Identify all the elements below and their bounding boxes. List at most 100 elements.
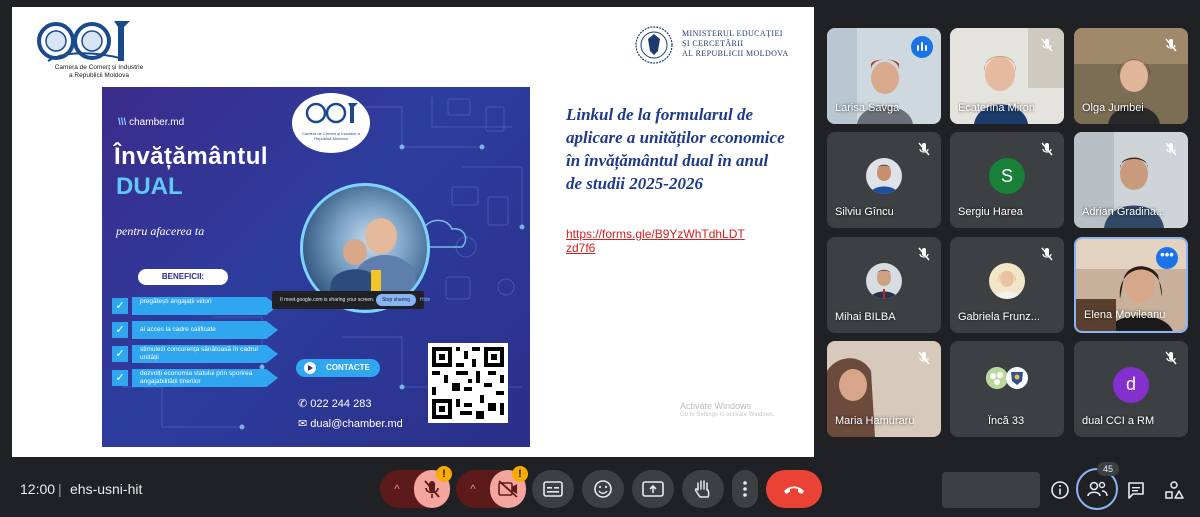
participant-name: Silviu Gîncu bbox=[835, 206, 894, 218]
participant-tile[interactable]: Mihai BILBA bbox=[827, 237, 941, 333]
benefit-label: stimulezi concurența sănătoasă în cadrul… bbox=[132, 345, 278, 363]
participant-tile[interactable]: Adrian Gradina... bbox=[1074, 132, 1188, 228]
participant-name: Gabriela Frunz... bbox=[958, 311, 1040, 323]
participant-avatar bbox=[866, 158, 902, 194]
play-icon bbox=[304, 362, 316, 374]
ministry-line3: AL REPUBLICII MOLDOVA bbox=[682, 49, 789, 58]
participant-name: Ecaterina Miron bbox=[958, 102, 1036, 114]
form-link-heading: Linkul de la formularul de aplicare a un… bbox=[566, 105, 785, 193]
muted-mic-icon bbox=[1162, 140, 1180, 158]
camera-options-chevron-icon[interactable]: ^ bbox=[456, 470, 490, 508]
reactions-button[interactable] bbox=[582, 470, 624, 508]
leave-call-button[interactable] bbox=[766, 470, 822, 508]
participant-avatar-small bbox=[1006, 367, 1028, 389]
shared-presentation: Camera de Comerț și Industrie a Republic… bbox=[12, 7, 814, 457]
qr-code-graphic bbox=[432, 347, 504, 419]
check-icon: ✓ bbox=[112, 346, 128, 362]
stop-sharing-button[interactable]: Stop sharing bbox=[376, 294, 416, 306]
benefit-item: ✓ stimulezi concurența sănătoasă în cadr… bbox=[112, 345, 278, 363]
form-link-url[interactable]: https://forms.gle/B9YzWhTdhLDTzd7f6 bbox=[566, 227, 750, 255]
mic-warning-icon: ! bbox=[436, 466, 452, 482]
pause-icon: II bbox=[280, 297, 283, 303]
participant-name: Maria Hamuraru bbox=[835, 415, 915, 427]
poster-cci-badge: Camera de Comerț și Industrie a Republic… bbox=[292, 93, 370, 153]
cci-caption: Camera de Comerț și Industrie a Republic… bbox=[34, 64, 164, 80]
participant-tile[interactable]: Gabriela Frunz... bbox=[950, 237, 1064, 333]
participant-tile[interactable]: S Sergiu Harea bbox=[950, 132, 1064, 228]
hide-banner-link[interactable]: Hide bbox=[420, 291, 430, 309]
participant-tile[interactable]: Maria Hamuraru bbox=[827, 341, 941, 437]
poster-email: ✉ dual@chamber.md bbox=[298, 417, 403, 430]
brand-label: chamber.md bbox=[129, 117, 185, 128]
participant-name: dual CCI a RM bbox=[1082, 415, 1155, 427]
phone-hangup-icon bbox=[784, 486, 804, 494]
participant-tile[interactable]: d dual CCI a RM bbox=[1074, 341, 1188, 437]
mail-icon: ✉ bbox=[298, 418, 308, 430]
participant-tile[interactable]: Ecaterina Miron bbox=[950, 28, 1064, 124]
more-participants-tile[interactable]: Încă 33 bbox=[950, 341, 1064, 437]
benefits-title: BENEFICII: bbox=[138, 269, 228, 285]
poster-phone: ✆ 022 244 283 bbox=[298, 397, 371, 410]
muted-mic-icon bbox=[915, 349, 933, 367]
muted-mic-icon bbox=[915, 140, 933, 158]
participant-avatar: d bbox=[1113, 367, 1149, 403]
meeting-info-icon[interactable] bbox=[1048, 478, 1072, 502]
muted-mic-icon bbox=[915, 245, 933, 263]
participant-name: Olga Jumbei bbox=[1082, 102, 1144, 114]
windows-activation-watermark: Activate Windows bbox=[680, 401, 752, 411]
check-icon: ✓ bbox=[112, 370, 128, 386]
participant-name: Mihai BILBA bbox=[835, 311, 896, 323]
share-banner-text: meet.google.com is sharing your screen. bbox=[284, 297, 375, 303]
muted-mic-icon bbox=[1038, 140, 1056, 158]
windows-activation-hint: Go to Settings to activate Windows. bbox=[680, 412, 775, 418]
participant-avatar-small bbox=[986, 367, 1008, 389]
phone-icon: ✆ bbox=[298, 398, 308, 410]
meeting-clock: 12:00 bbox=[20, 481, 56, 497]
check-icon: ✓ bbox=[112, 298, 128, 314]
participant-tile[interactable]: ••• Elena Movileanu bbox=[1074, 237, 1188, 333]
participant-name: Sergiu Harea bbox=[958, 206, 1023, 218]
participant-avatar bbox=[866, 263, 902, 299]
activities-icon[interactable] bbox=[1162, 478, 1186, 502]
participant-tile[interactable]: Larisa Savga bbox=[827, 28, 941, 124]
muted-mic-icon bbox=[1162, 349, 1180, 367]
contact-badge: CONTACTE bbox=[296, 359, 380, 377]
emoji-icon bbox=[594, 480, 612, 498]
more-vert-icon bbox=[743, 481, 747, 497]
brand-logo-icon: \\\ bbox=[118, 117, 127, 128]
poster-cci-caption: Camera de Comerț și Industrie a Republic… bbox=[302, 131, 360, 141]
ministry-crest-icon bbox=[635, 26, 673, 64]
separator: | bbox=[58, 481, 62, 497]
speaking-indicator-icon bbox=[911, 36, 933, 58]
benefit-label: ai acces la cadre calificate bbox=[132, 321, 278, 339]
chat-icon[interactable] bbox=[1124, 478, 1148, 502]
muted-mic-icon bbox=[1162, 36, 1180, 54]
participant-tile[interactable]: Olga Jumbei bbox=[1074, 28, 1188, 124]
muted-mic-icon bbox=[1038, 36, 1056, 54]
mic-options-chevron-icon[interactable]: ^ bbox=[380, 470, 414, 508]
self-view-placeholder bbox=[942, 472, 1040, 508]
poster-title-line1: Învățământul bbox=[114, 143, 269, 170]
poster-subtitle: pentru afacerea ta bbox=[116, 224, 205, 238]
raise-hand-button[interactable] bbox=[682, 470, 724, 508]
more-options-icon[interactable]: ••• bbox=[1156, 247, 1178, 269]
ministry-name: MINISTERUL EDUCAȚIEI ȘI CERCETĂRII AL RE… bbox=[682, 29, 789, 59]
participant-avatar bbox=[989, 263, 1025, 299]
ministry-line1: MINISTERUL EDUCAȚIEI bbox=[682, 29, 783, 38]
present-now-button[interactable] bbox=[632, 470, 674, 508]
participant-tile[interactable]: Silviu Gîncu bbox=[827, 132, 941, 228]
captions-icon bbox=[543, 481, 563, 497]
participant-name: Elena Movileanu bbox=[1084, 309, 1166, 321]
participant-name: Adrian Gradina... bbox=[1082, 206, 1166, 218]
benefit-item: ✓ dezvolți economia statului prin sporir… bbox=[112, 369, 278, 387]
poster-brand: \\\ chamber.md bbox=[118, 117, 184, 128]
captions-button[interactable] bbox=[532, 470, 574, 508]
more-options-button[interactable] bbox=[732, 470, 758, 508]
screen-share-banner: II meet.google.com is sharing your scree… bbox=[272, 291, 430, 309]
benefit-item: ✓ pregătești angajații viitori bbox=[112, 297, 278, 315]
cci-caption-line2: a Republicii Moldova bbox=[69, 72, 129, 79]
poster-title-line2: DUAL bbox=[116, 173, 183, 200]
participant-avatar: S bbox=[989, 158, 1025, 194]
benefit-label: pregătești angajații viitori bbox=[132, 297, 278, 315]
qr-code bbox=[428, 343, 508, 423]
